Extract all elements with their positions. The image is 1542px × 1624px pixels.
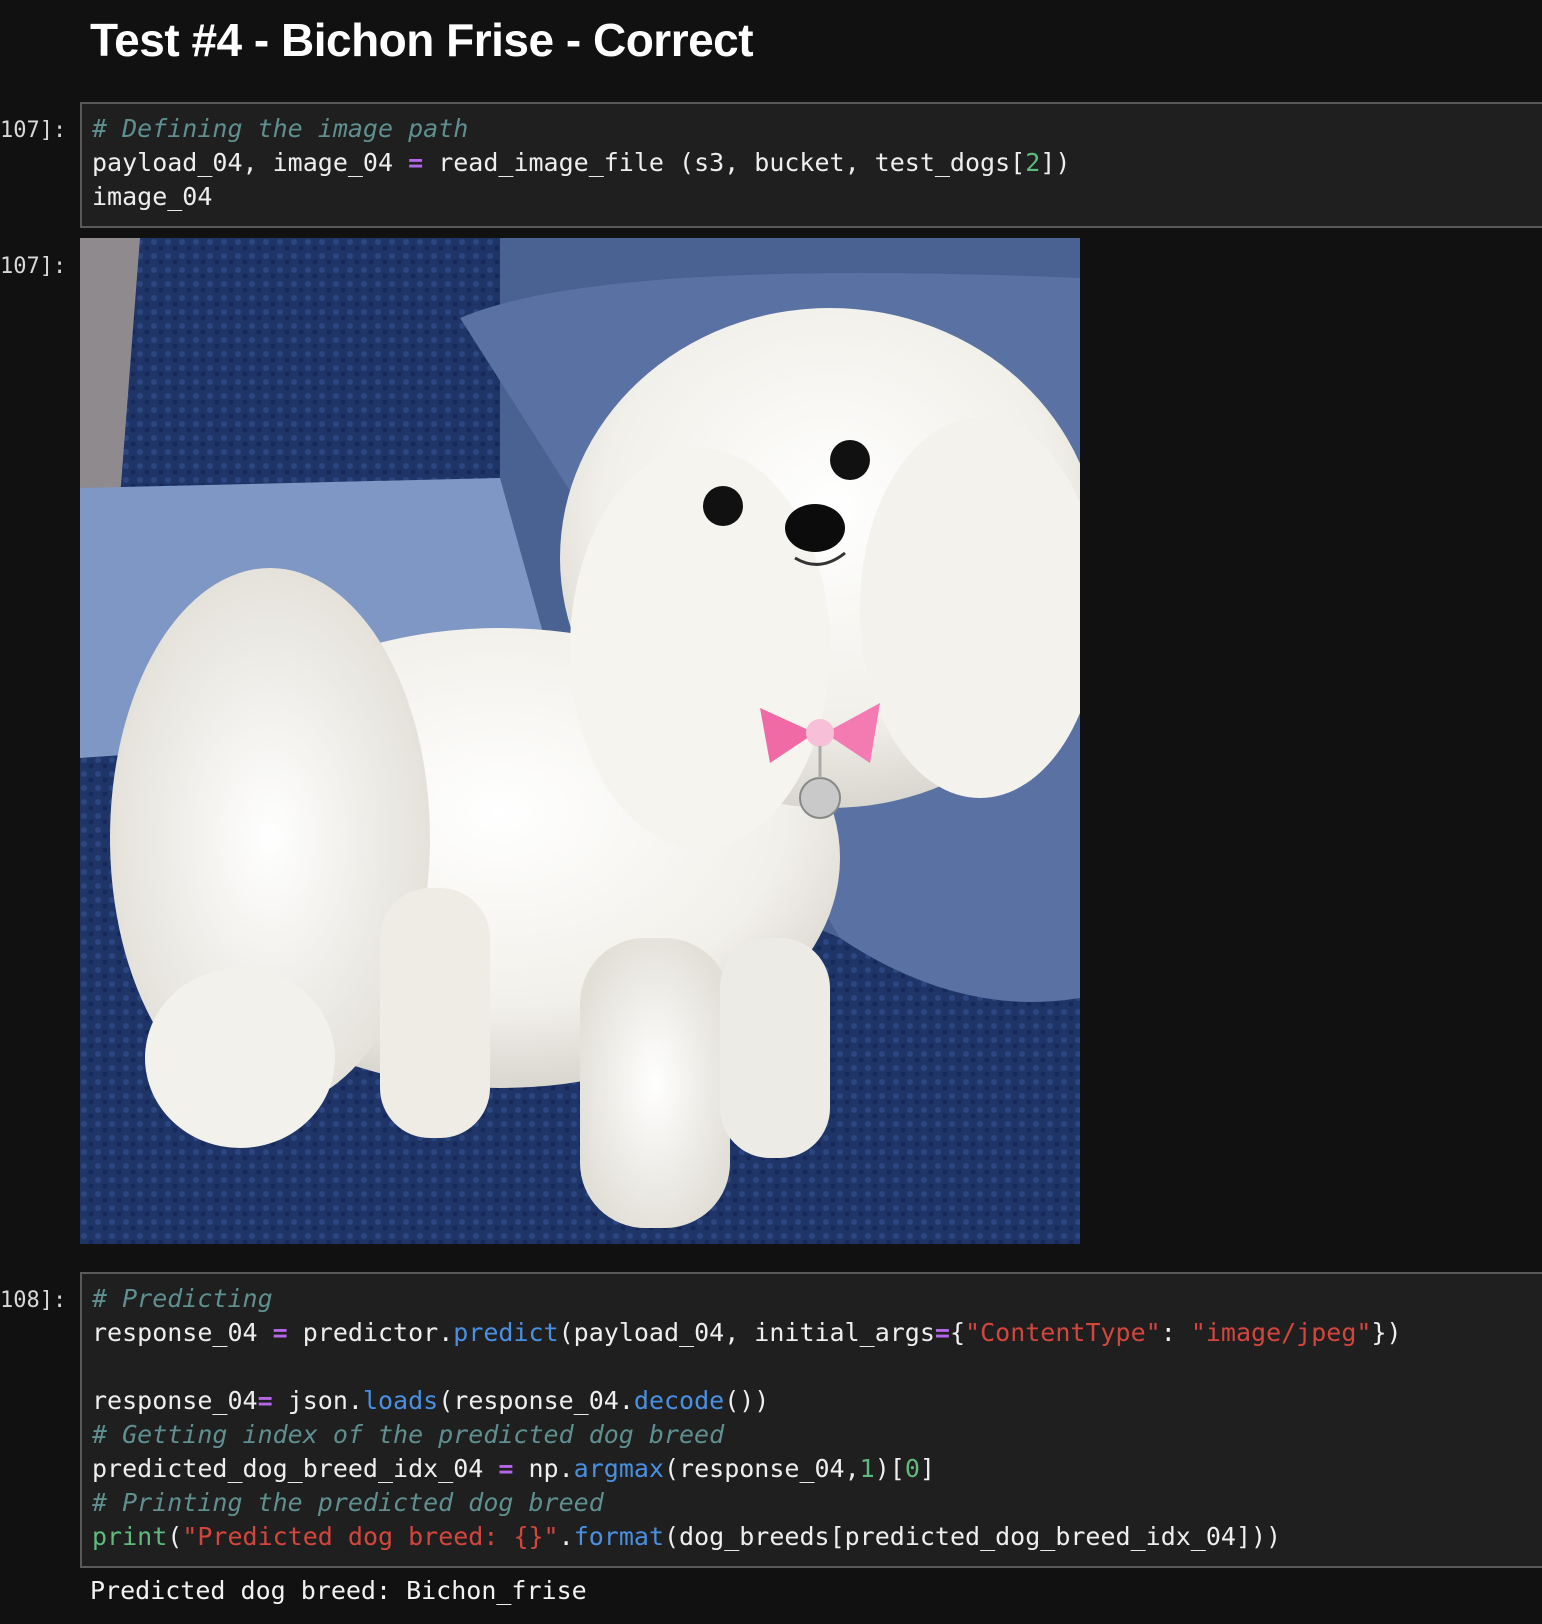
code-line[interactable]: # Predicting	[92, 1282, 1542, 1316]
code-token: =	[257, 1386, 273, 1415]
code-token: (payload_04, initial_args	[558, 1318, 935, 1347]
code-token: # Predicting	[92, 1284, 273, 1313]
code-token: ]	[919, 1454, 935, 1483]
code-token: json.	[272, 1386, 363, 1415]
code-token: np.	[513, 1454, 574, 1483]
code-cell-1[interactable]: # Defining the image path payload_04, ima…	[80, 102, 1542, 228]
code-token: response_04	[92, 1318, 273, 1347]
code-token: =	[498, 1454, 514, 1483]
code-line[interactable]: response_04 = predictor.predict(payload_…	[92, 1316, 1542, 1350]
stdout-output: Predicted dog breed: Bichon_frise	[90, 1576, 587, 1605]
code-token: argmax	[573, 1454, 664, 1483]
code-token: # Defining the image path	[92, 114, 469, 143]
dog-image-output	[80, 238, 1080, 1244]
code-cell-2[interactable]: # Predicting response_04 = predictor.pred…	[80, 1272, 1542, 1568]
code-line[interactable]: predicted_dog_breed_idx_04 = np.argmax(r…	[92, 1452, 1542, 1486]
code-token: (response_04,	[663, 1454, 860, 1483]
code-line[interactable]: # Getting index of the predicted dog bre…	[92, 1418, 1542, 1452]
code-line[interactable]: response_04= json.loads(response_04.deco…	[92, 1384, 1542, 1418]
code-token: =	[934, 1318, 950, 1347]
code-token: )[	[874, 1454, 905, 1483]
code-token: =	[408, 148, 424, 177]
code-token: (dog_breeds[predicted_dog_breed_idx_04])…	[664, 1522, 1282, 1551]
code-token: "Predicted dog breed: {}"	[182, 1522, 559, 1551]
code-token: (	[167, 1522, 183, 1551]
code-token: loads	[362, 1386, 439, 1415]
code-editor-1[interactable]: # Defining the image path payload_04, ima…	[92, 112, 1542, 214]
code-token: predictor.	[287, 1318, 454, 1347]
code-token: (response_04.	[438, 1386, 634, 1415]
bichon-frise-photo	[80, 238, 1080, 1244]
code-token: 2	[1025, 148, 1041, 177]
code-token: read_image_file (s3, bucket, test_dogs[	[423, 148, 1026, 177]
code-token: predict	[453, 1318, 559, 1347]
code-token: 0	[904, 1454, 920, 1483]
code-line[interactable]	[92, 1350, 1542, 1384]
code-token: # Getting index of the predicted dog bre…	[92, 1420, 725, 1449]
code-token: {	[949, 1318, 966, 1347]
code-token: })	[1371, 1318, 1402, 1347]
code-token: decode	[633, 1386, 725, 1415]
code-token: "ContentType"	[965, 1318, 1161, 1347]
code-token: print	[92, 1522, 168, 1551]
code-token: # Printing the predicted dog breed	[92, 1488, 604, 1517]
input-prompt-1: 107]:	[0, 118, 67, 143]
code-token: payload_04, image_04	[92, 148, 409, 177]
code-line[interactable]: payload_04, image_04 = read_image_file (…	[92, 146, 1542, 180]
input-prompt-2: 108]:	[0, 1288, 67, 1313]
code-line[interactable]: image_04	[92, 180, 1542, 214]
markdown-heading: Test #4 - Bichon Frise - Correct	[90, 14, 754, 66]
code-line[interactable]: # Printing the predicted dog breed	[92, 1486, 1542, 1520]
code-line[interactable]: print("Predicted dog breed: {}".format(d…	[92, 1520, 1542, 1554]
code-token: image_04	[92, 182, 213, 211]
code-token: predicted_dog_breed_idx_04	[92, 1454, 499, 1483]
code-token: response_04	[92, 1386, 258, 1415]
code-token: .	[558, 1522, 574, 1551]
code-line[interactable]: # Defining the image path	[92, 112, 1542, 146]
code-token: =	[272, 1318, 288, 1347]
code-token: ])	[1040, 148, 1071, 177]
code-token: format	[573, 1522, 664, 1551]
code-token: 1	[859, 1454, 875, 1483]
output-prompt-1: 107]:	[0, 254, 67, 279]
code-token: "image/jpeg"	[1190, 1318, 1372, 1347]
code-editor-2[interactable]: # Predicting response_04 = predictor.pred…	[92, 1282, 1542, 1554]
code-token: ())	[724, 1386, 770, 1415]
code-token: :	[1160, 1318, 1191, 1347]
